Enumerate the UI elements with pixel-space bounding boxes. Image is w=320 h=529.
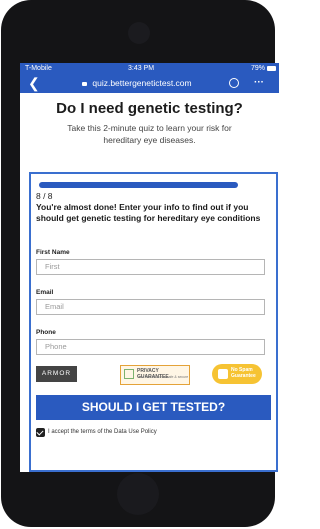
check-icon: [124, 369, 134, 379]
privacy-subtitle: Your information is safe & secure: [137, 375, 189, 379]
address-bar[interactable]: quiz.bettergenetictest.com: [82, 74, 192, 93]
page-title: Do I need genetic testing?: [56, 100, 243, 117]
no-spam-text: No Spam Guarantee: [231, 367, 256, 379]
phone-frame: T-Mobile 3:43 PM 79% ❮ quiz.bettergeneti…: [1, 0, 279, 527]
lock-icon: [82, 81, 87, 86]
email-label: Email: [36, 289, 54, 296]
more-button[interactable]: ···: [254, 74, 264, 91]
page-subtitle: Take this 2-minute quiz to learn your ri…: [67, 123, 232, 145]
submit-button[interactable]: SHOULD I GET TESTED?: [36, 395, 271, 420]
no-spam-badge: No Spam Guarantee: [212, 364, 262, 384]
browser-bar: ❮ quiz.bettergenetictest.com ···: [20, 74, 279, 93]
first-name-label: First Name: [36, 249, 70, 256]
carrier: T-Mobile: [25, 65, 52, 72]
terms-checkbox[interactable]: [36, 428, 45, 437]
quiz-form: 8 / 8 You're almost done! Enter your inf…: [29, 172, 278, 472]
battery-icon: [267, 66, 276, 71]
privacy-badge: PRIVACY GUARANTEE Your information is sa…: [120, 365, 190, 385]
battery-percent: 79%: [250, 65, 265, 72]
form-prompt: You're almost done! Enter your info to f…: [36, 202, 261, 223]
phone-input[interactable]: Phone: [36, 339, 265, 355]
front-camera: [128, 22, 150, 44]
status-bar: T-Mobile 3:43 PM 79%: [20, 63, 279, 74]
terms-row[interactable]: I accept the terms of the Data Use Polic…: [36, 428, 271, 440]
terms-label: I accept the terms of the Data Use Polic…: [48, 429, 157, 435]
first-name-input[interactable]: First: [36, 259, 265, 275]
trust-badges: ARMOR PRIVACY GUARANTEE Your information…: [36, 364, 271, 386]
url-text: quiz.bettergenetictest.com: [92, 78, 192, 88]
armor-badge: ARMOR: [36, 366, 77, 382]
reload-icon[interactable]: [229, 78, 239, 88]
screen: T-Mobile 3:43 PM 79% ❮ quiz.bettergeneti…: [20, 63, 279, 472]
clock: 3:43 PM: [128, 65, 155, 72]
email-input[interactable]: Email: [36, 299, 265, 315]
envelope-icon: [218, 369, 228, 379]
back-icon[interactable]: ❮: [28, 74, 40, 93]
phone-label: Phone: [36, 329, 56, 336]
home-button[interactable]: [117, 473, 159, 515]
progress-bar: [39, 182, 238, 188]
step-indicator: 8 / 8: [36, 191, 53, 201]
